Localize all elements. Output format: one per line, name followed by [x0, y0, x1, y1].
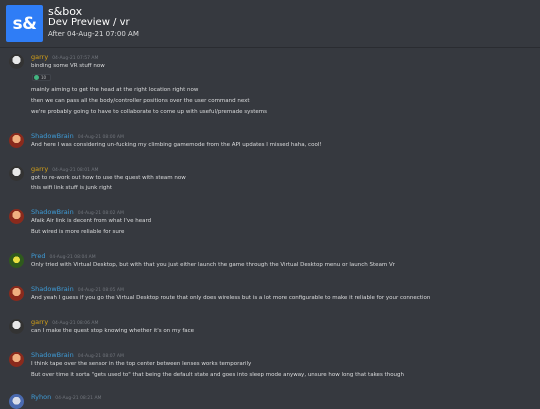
channel-header: s& s&box Dev Preview / vr After 04-Aug-2… [0, 0, 540, 47]
message-text: Afaik Air link is decent from what I've … [31, 218, 152, 224]
server-logo: s& [6, 5, 43, 42]
shadowbrain-avatar[interactable] [9, 352, 24, 367]
author-name[interactable]: garry [31, 165, 48, 173]
shadowbrain-avatar[interactable] [9, 286, 24, 301]
header-divider [0, 47, 540, 48]
author-name[interactable]: ShadowBrain [31, 351, 74, 359]
author-name[interactable]: garry [31, 53, 48, 61]
message-timestamp: 04-Aug-21 08:21 AM [55, 396, 102, 401]
message-text: But wired is more reliable for sure [31, 229, 125, 235]
message-timestamp: 04-Aug-21 08:02 AM [77, 211, 124, 216]
reaction-button[interactable]: 10 [32, 74, 51, 81]
garry-avatar[interactable] [9, 166, 24, 181]
message-timestamp: 04-Aug-21 08:07 AM [77, 354, 124, 359]
message-timestamp: 04-Aug-21 08:05 AM [77, 288, 124, 293]
author-name[interactable]: garry [31, 318, 48, 326]
message-text: mainly aiming to get the head at the rig… [31, 87, 199, 93]
message-timestamp: 04-Aug-21 08:00 AM [77, 135, 124, 140]
message-text: then we can pass all the body/controller… [31, 98, 250, 104]
author-name[interactable]: ShadowBrain [31, 285, 74, 293]
garry-avatar[interactable] [9, 54, 24, 69]
reaction-count: 10 [41, 75, 47, 80]
green-emoji-icon [34, 75, 39, 80]
message-text: Only tried with Virtual Desktop, but wit… [31, 262, 396, 268]
message-text: But over time it sorta "gets used to" th… [31, 372, 405, 378]
message-text: we're probably going to have to collabor… [31, 109, 267, 115]
author-name[interactable]: ShadowBrain [31, 208, 74, 216]
message-text: binding some VR stuff now [31, 63, 105, 69]
message-text: I think tape over the sensor in the top … [31, 361, 252, 367]
message-timestamp: 04-Aug-21 08:01 AM [52, 168, 99, 173]
message-text: And yeah I guess if you go the Virtual D… [31, 295, 431, 301]
ryhon-avatar[interactable] [9, 394, 24, 409]
author-name[interactable]: ShadowBrain [31, 132, 74, 140]
garry-avatar[interactable] [9, 319, 24, 334]
pred-avatar[interactable] [9, 253, 24, 268]
message-timestamp: 04-Aug-21 08:04 AM [49, 255, 96, 260]
message-text: got to re-work out how to use the quest … [31, 175, 186, 181]
shadowbrain-avatar[interactable] [9, 133, 24, 148]
message-timestamp: 04-Aug-21 08:06 AM [52, 321, 99, 326]
message-text: And here I was considering un-fucking my… [31, 142, 322, 148]
author-name[interactable]: Ryhon [31, 393, 51, 401]
author-name[interactable]: Pred [31, 252, 45, 260]
shadowbrain-avatar[interactable] [9, 209, 24, 224]
message-timestamp: 04-Aug-21 07:57 AM [52, 56, 99, 61]
message-text: can I make the quest stop knowing whethe… [31, 328, 195, 334]
date-filter: After 04-Aug-21 07:00 AM [48, 30, 139, 38]
message-text: this wifi link stuff is junk right [31, 185, 113, 191]
channel-name: Dev Preview / vr [48, 17, 130, 28]
